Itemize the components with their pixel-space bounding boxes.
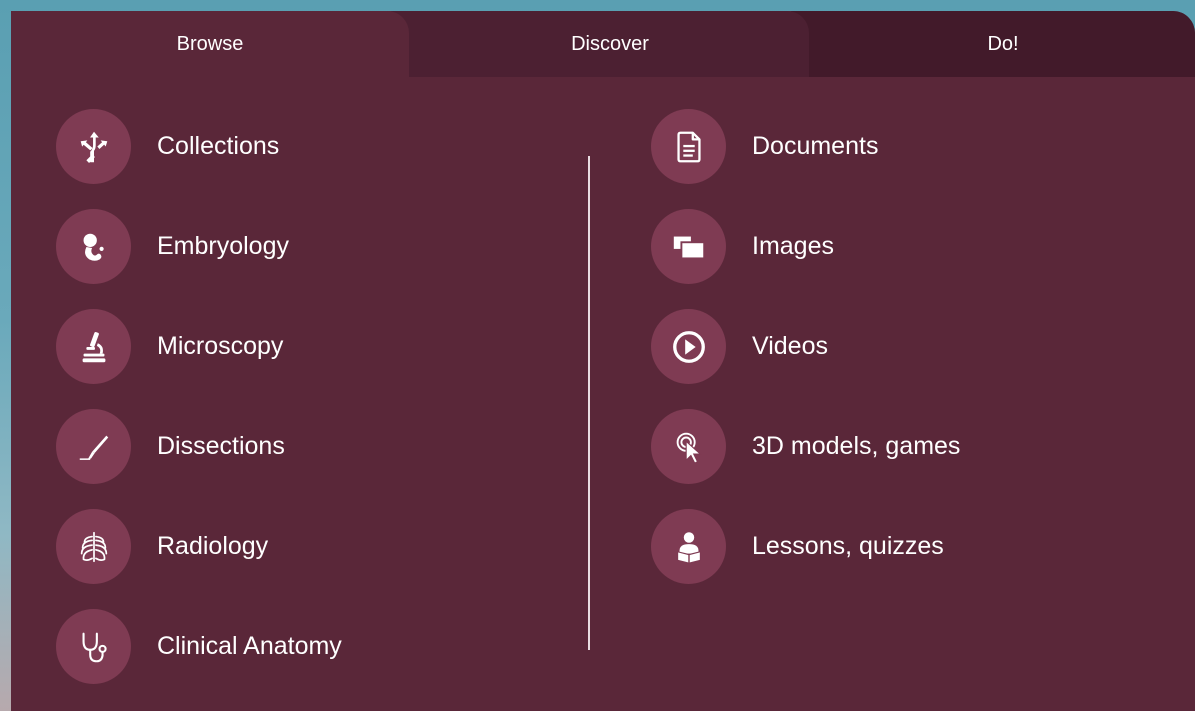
tab-bar: Browse Discover Do!	[11, 11, 1195, 77]
scalpel-icon	[56, 409, 131, 484]
column-divider	[588, 156, 590, 650]
fetus-icon	[56, 209, 131, 284]
item-collections[interactable]: Collections	[56, 109, 342, 184]
item-lessons[interactable]: Lessons, quizzes	[651, 509, 960, 584]
item-label: Dissections	[157, 432, 285, 460]
images-icon	[651, 209, 726, 284]
document-icon	[651, 109, 726, 184]
item-videos[interactable]: Videos	[651, 309, 960, 384]
reader-icon	[651, 509, 726, 584]
item-label: Images	[752, 232, 834, 260]
right-column: Documents Images Videos 3D models, games…	[651, 109, 960, 609]
microscope-icon	[56, 309, 131, 384]
item-label: Microscopy	[157, 332, 284, 360]
item-3d-models[interactable]: 3D models, games	[651, 409, 960, 484]
play-icon	[651, 309, 726, 384]
item-images[interactable]: Images	[651, 209, 960, 284]
item-microscopy[interactable]: Microscopy	[56, 309, 342, 384]
item-label: Documents	[752, 132, 879, 160]
item-label: Clinical Anatomy	[157, 632, 342, 660]
pointer-click-icon	[651, 409, 726, 484]
item-label: 3D models, games	[752, 432, 961, 460]
item-label: Lessons, quizzes	[752, 532, 944, 560]
item-clinical-anatomy[interactable]: Clinical Anatomy	[56, 609, 342, 684]
item-label: Radiology	[157, 532, 269, 560]
tab-discover[interactable]: Discover	[391, 11, 809, 77]
item-embryology[interactable]: Embryology	[56, 209, 342, 284]
stethoscope-icon	[56, 609, 131, 684]
item-documents[interactable]: Documents	[651, 109, 960, 184]
item-label: Embryology	[157, 232, 289, 260]
item-dissections[interactable]: Dissections	[56, 409, 342, 484]
tab-browse[interactable]: Browse	[11, 11, 409, 77]
ribcage-icon	[56, 509, 131, 584]
item-label: Collections	[157, 132, 280, 160]
left-column: Collections Embryology Microscopy Dissec…	[56, 109, 342, 709]
browse-panel: Browse Discover Do! Collections Embryolo…	[11, 11, 1195, 711]
tab-do[interactable]: Do!	[791, 11, 1195, 77]
directions-icon	[56, 109, 131, 184]
item-label: Videos	[752, 332, 828, 360]
item-radiology[interactable]: Radiology	[56, 509, 342, 584]
